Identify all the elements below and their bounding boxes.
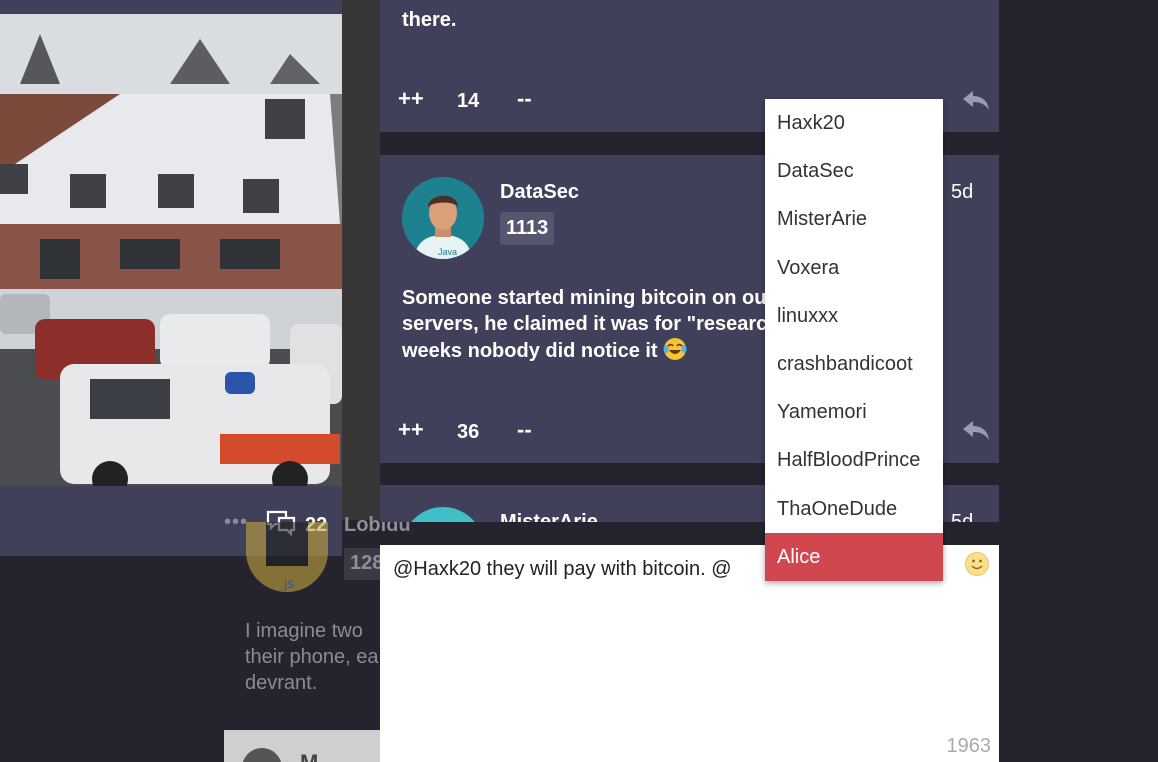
downvote-button[interactable]: -- — [517, 417, 532, 443]
comment-text: Someone started mining bitcoin on ou ser… — [402, 287, 768, 362]
score-badge: 1113 — [500, 212, 555, 245]
comment-username[interactable]: DataSec — [500, 181, 579, 204]
faded-next-username: M — [300, 750, 318, 762]
comment-time: 5d — [951, 181, 974, 203]
comment-text: there. — [402, 9, 457, 31]
more-options-icon[interactable]: ••• — [224, 511, 248, 534]
mention-option[interactable]: Voxera — [765, 244, 943, 292]
mention-option[interactable]: Yamemori — [765, 388, 943, 436]
faded-score-badge: 128 — [344, 548, 383, 580]
mention-option[interactable]: MisterArie — [765, 195, 943, 243]
comment-input[interactable]: @Haxk20 they will pay with bitcoin. @ — [393, 558, 732, 581]
comment-time: 5d — [951, 511, 974, 522]
avatar — [242, 748, 282, 762]
character-count: 1963 — [946, 735, 992, 757]
mention-option[interactable]: crashbandicoot — [765, 340, 943, 388]
emoji-picker-icon[interactable] — [964, 551, 990, 577]
vote-count: 36 — [457, 421, 480, 443]
comment-username[interactable]: MisterArie — [500, 511, 598, 522]
mention-option[interactable]: linuxxx — [765, 292, 943, 340]
mention-option[interactable]: ThaOneDude — [765, 485, 943, 533]
upvote-button[interactable]: ++ — [398, 417, 424, 443]
avatar[interactable]: js — [246, 522, 328, 592]
background-rant-card: ••• 22 — [0, 0, 342, 556]
mention-option[interactable]: Haxk20 — [765, 99, 943, 147]
mention-option[interactable]: HalfBloodPrince — [765, 436, 943, 484]
avatar[interactable] — [402, 507, 484, 522]
downvote-button[interactable]: -- — [517, 86, 532, 112]
svg-text:js: js — [283, 575, 294, 591]
mention-autocomplete-dropdown: Haxk20 DataSec MisterArie Voxera linuxxx… — [765, 99, 943, 581]
svg-text:Java: Java — [438, 247, 457, 257]
crying-laughing-emoji-icon — [663, 338, 687, 360]
vote-count: 14 — [457, 90, 480, 112]
reply-icon[interactable] — [961, 418, 991, 442]
rant-photo-image — [0, 14, 342, 486]
rant-photo[interactable] — [0, 14, 342, 486]
avatar[interactable]: Java — [402, 177, 484, 259]
mention-option-selected[interactable]: Alice — [765, 532, 943, 581]
faded-next-comment: M — [224, 730, 380, 762]
mention-option[interactable]: DataSec — [765, 147, 943, 195]
reply-icon[interactable] — [961, 88, 991, 112]
faded-comment-text: I imagine two their phone, ea devrant. — [245, 620, 379, 694]
background-image-strip — [342, 0, 380, 520]
upvote-button[interactable]: ++ — [398, 86, 424, 112]
